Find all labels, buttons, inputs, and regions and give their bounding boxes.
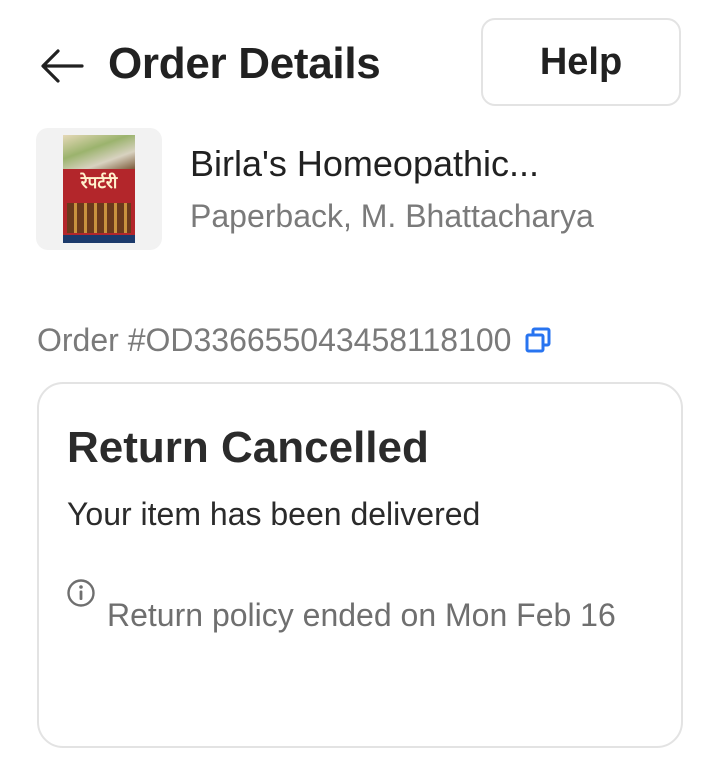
back-button[interactable] — [38, 44, 86, 88]
help-button[interactable]: Help — [481, 18, 681, 106]
cover-footer — [63, 235, 135, 243]
return-status-card: Return Cancelled Your item has been deli… — [37, 382, 683, 748]
info-icon — [67, 579, 95, 607]
product-meta: Paperback, M. Bhattacharya — [190, 198, 594, 234]
book-cover-image: रेपर्टरी — [63, 135, 135, 243]
product-thumbnail[interactable]: रेपर्टरी — [36, 128, 162, 250]
copy-icon — [525, 327, 551, 353]
product-name[interactable]: Birla's Homeopathic... — [190, 140, 539, 188]
order-id-row: Order #OD336655043458118100 — [37, 318, 553, 362]
cover-band — [67, 203, 131, 233]
status-title: Return Cancelled — [67, 423, 429, 472]
cover-artwork — [63, 135, 135, 169]
cover-title: रेपर्टरी — [80, 173, 118, 193]
page-title: Order Details — [108, 39, 381, 88]
order-id: Order #OD336655043458118100 — [37, 322, 512, 358]
copy-order-id-button[interactable] — [523, 325, 553, 355]
arrow-left-icon — [41, 49, 84, 83]
return-policy-text: Return policy ended on Mon Feb 16 — [107, 597, 616, 633]
status-subtitle: Your item has been delivered — [67, 496, 481, 532]
